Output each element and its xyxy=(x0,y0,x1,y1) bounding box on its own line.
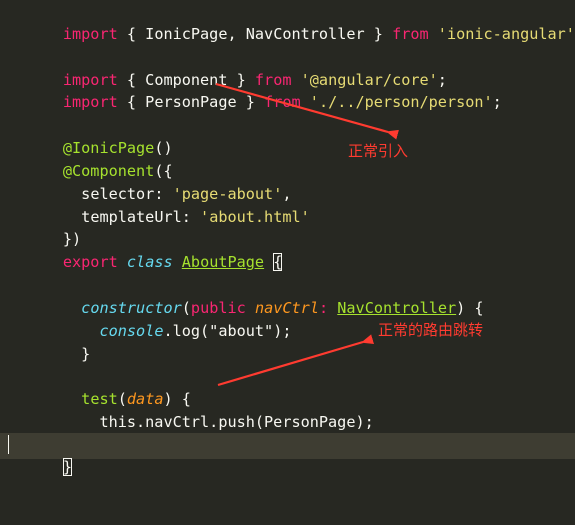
code-line-4[interactable]: import { PersonPage } from './../person/… xyxy=(0,68,575,91)
code-line-18[interactable]: this.navCtrl.push(PersonPage); xyxy=(0,388,575,411)
class-name: AboutPage xyxy=(182,253,264,271)
code-line-17[interactable]: test(data) { xyxy=(0,365,575,388)
keyword-export: export xyxy=(63,253,118,271)
code-line-20-current[interactable]: } xyxy=(0,433,575,459)
code-text: { PersonPage } xyxy=(118,93,264,111)
code-space xyxy=(264,253,273,271)
code-line-6[interactable]: @IonicPage() xyxy=(0,114,575,137)
annotation-normal-routing: 正常的路由跳转 xyxy=(378,321,483,339)
code-text: { IonicPage, NavController } xyxy=(118,25,392,43)
code-text: } xyxy=(63,345,90,363)
code-space xyxy=(173,253,182,271)
keyword-from: from xyxy=(392,25,429,43)
code-line-19[interactable]: } xyxy=(0,410,575,433)
code-line-7[interactable]: @Component({ xyxy=(0,137,575,160)
code-space xyxy=(118,253,127,271)
code-line-14[interactable]: console.log("about"); xyxy=(0,297,575,320)
keyword-from: from xyxy=(264,93,301,111)
code-text: ; xyxy=(493,93,502,111)
string-literal: 'ionic-angular' xyxy=(438,25,575,43)
code-line-9[interactable]: templateUrl: 'about.html' xyxy=(0,183,575,206)
annotation-normal-import: 正常引入 xyxy=(348,142,408,160)
string-literal: './../person/person' xyxy=(310,93,493,111)
code-line-11[interactable]: export class AboutPage { xyxy=(0,228,575,251)
keyword-class: class xyxy=(127,253,173,271)
code-space xyxy=(301,93,310,111)
code-line-13[interactable]: constructor(public navCtrl: NavControlle… xyxy=(0,274,575,297)
code-line-15[interactable]: } xyxy=(0,320,575,343)
keyword-import: import xyxy=(63,25,118,43)
code-line-10[interactable]: }) xyxy=(0,205,575,228)
code-line-3[interactable]: import { Component } from '@angular/core… xyxy=(0,46,575,69)
code-line-1[interactable]: import { IonicPage, NavController } from… xyxy=(0,0,575,23)
keyword-import: import xyxy=(63,93,118,111)
code-line-8[interactable]: selector: 'page-about', xyxy=(0,160,575,183)
code-editor[interactable]: import { IonicPage, NavController } from… xyxy=(0,0,575,461)
text-cursor xyxy=(8,435,9,454)
matched-brace: { xyxy=(273,253,282,271)
code-space xyxy=(429,25,438,43)
